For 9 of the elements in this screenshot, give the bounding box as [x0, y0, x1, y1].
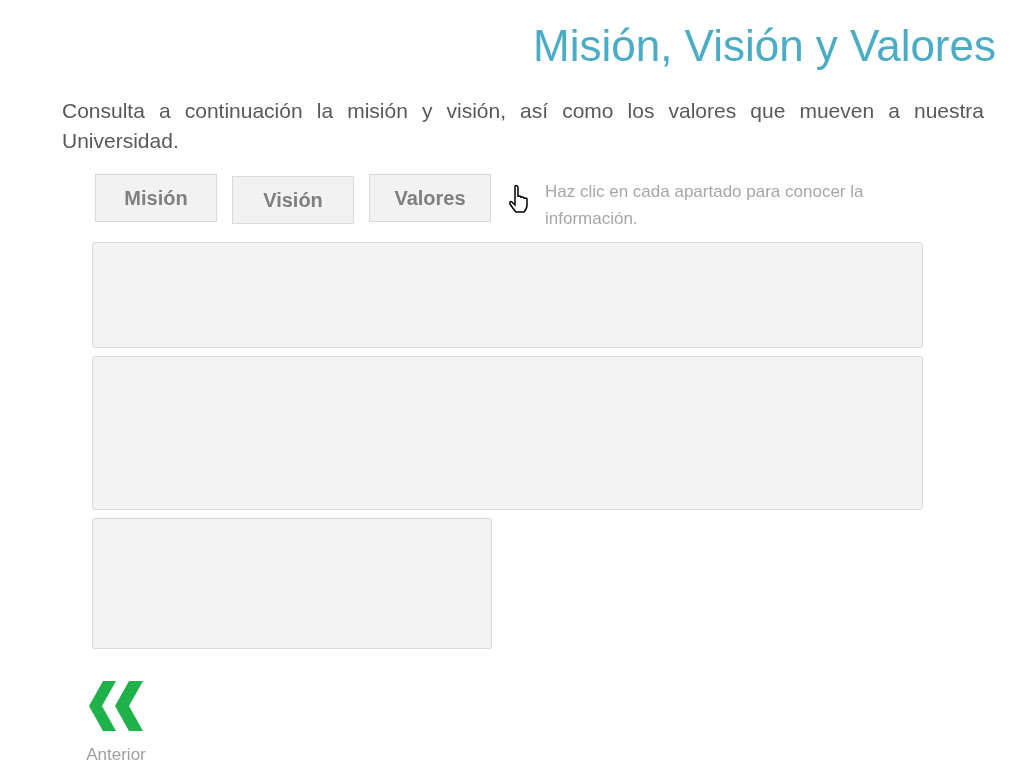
- previous-label[interactable]: Anterior: [86, 745, 146, 765]
- hint-text: Haz clic en cada apartado para conocer la información.: [545, 181, 865, 230]
- section-tab[interactable]: Visión: [232, 176, 354, 224]
- section-tab[interactable]: Valores: [369, 174, 491, 222]
- double-chevron-left-icon[interactable]: [89, 681, 143, 731]
- section-tab[interactable]: Misión: [95, 174, 217, 222]
- pointing-hand-icon: [508, 184, 530, 214]
- intro-paragraph: Consulta a continuación la misión y visión, así como los valores que mueven a nuestra Universidad.: [62, 98, 984, 154]
- slide-title: Misión, Visión y Valores: [532, 20, 996, 72]
